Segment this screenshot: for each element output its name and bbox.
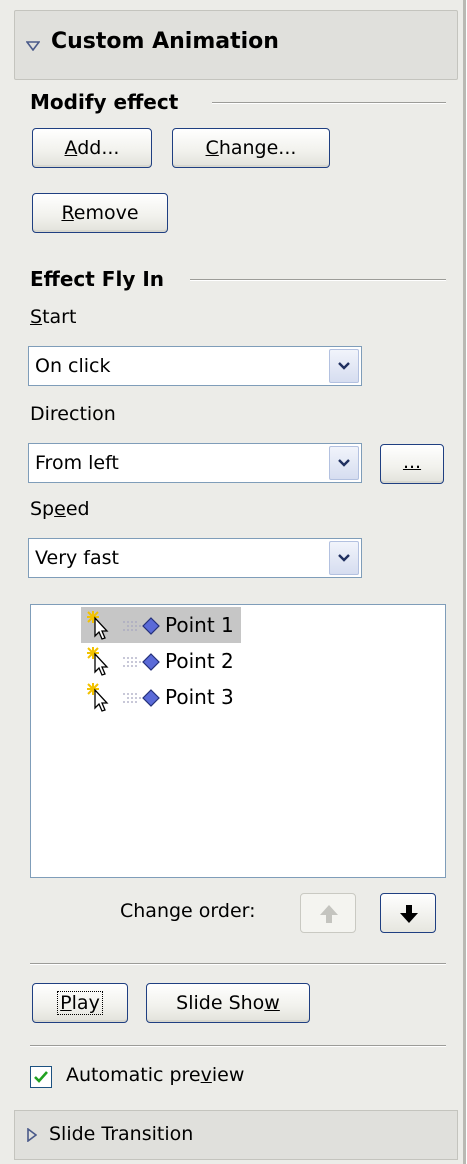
divider xyxy=(30,963,446,965)
direction-value: From left xyxy=(35,452,119,474)
start-value: On click xyxy=(35,355,111,377)
automatic-preview-label: Automatic preview xyxy=(66,1064,245,1086)
change-label-rest: hange... xyxy=(218,137,297,159)
speed-label: Speed xyxy=(30,498,90,520)
start-dropdown-button[interactable] xyxy=(329,349,359,383)
slide-transition-header[interactable]: Slide Transition xyxy=(14,1110,458,1160)
checkmark-icon xyxy=(34,1071,48,1083)
on-click-cursor-icon xyxy=(87,647,109,676)
divider xyxy=(190,279,446,281)
slide-transition-title: Slide Transition xyxy=(49,1123,194,1145)
custom-animation-panel: Custom Animation Modify effect Add... Ch… xyxy=(0,0,466,1164)
list-item[interactable]: Point 2 xyxy=(81,643,241,679)
add-label-mnemonic: A xyxy=(64,137,78,159)
slide-show-button[interactable]: Slide Show xyxy=(146,983,310,1023)
change-order-label: Change order: xyxy=(120,900,256,922)
custom-animation-header[interactable]: Custom Animation xyxy=(14,10,458,80)
change-button[interactable]: Change... xyxy=(172,128,330,168)
remove-label-rest: emove xyxy=(73,202,139,224)
speed-select[interactable]: Very fast xyxy=(28,538,362,578)
on-click-cursor-icon xyxy=(87,611,109,640)
divider xyxy=(30,1045,446,1047)
list-item[interactable]: Point 3 xyxy=(81,679,241,715)
effect-section-title: Effect Fly In xyxy=(30,267,165,291)
chevron-down-icon xyxy=(338,459,350,467)
fly-in-effect-icon xyxy=(123,689,160,707)
list-item[interactable]: Point 1 xyxy=(81,607,241,643)
add-button[interactable]: Add... xyxy=(32,128,152,168)
direction-select[interactable]: From left xyxy=(28,443,362,483)
change-label-mnemonic: C xyxy=(205,137,219,159)
automatic-preview-checkbox[interactable] xyxy=(30,1066,52,1088)
speed-value: Very fast xyxy=(35,547,119,569)
collapse-triangle-icon xyxy=(26,41,40,51)
fly-in-effect-icon xyxy=(123,653,160,671)
effect-options-button[interactable]: ... xyxy=(380,444,444,484)
panel-title: Custom Animation xyxy=(51,29,279,54)
direction-dropdown-button[interactable] xyxy=(329,446,359,480)
animation-list[interactable]: Point 1 Point 2 Point 3 xyxy=(30,604,446,878)
expand-triangle-icon xyxy=(27,1128,37,1142)
remove-button[interactable]: Remove xyxy=(32,193,168,233)
move-up-button[interactable] xyxy=(300,893,356,933)
arrow-down-icon xyxy=(400,905,418,923)
fly-in-effect-icon xyxy=(123,617,160,635)
remove-label-mnemonic: R xyxy=(61,202,74,224)
options-label: ... xyxy=(402,451,422,473)
list-item-label: Point 1 xyxy=(165,613,234,637)
speed-dropdown-button[interactable] xyxy=(329,541,359,575)
direction-label: Direction xyxy=(30,403,116,425)
start-label: Start xyxy=(30,306,77,328)
start-select[interactable]: On click xyxy=(28,346,362,386)
play-label: Play xyxy=(57,991,103,1015)
chevron-down-icon xyxy=(338,554,350,562)
add-label-rest: dd... xyxy=(77,137,120,159)
move-down-button[interactable] xyxy=(380,893,436,933)
arrow-up-icon xyxy=(320,905,338,923)
modify-effect-title: Modify effect xyxy=(30,90,179,114)
chevron-down-icon xyxy=(338,362,350,370)
list-item-label: Point 2 xyxy=(165,649,234,673)
divider xyxy=(212,102,446,104)
play-button[interactable]: Play xyxy=(32,983,128,1023)
on-click-cursor-icon xyxy=(87,683,109,712)
slide-show-label: Slide Show xyxy=(176,992,280,1014)
list-item-label: Point 3 xyxy=(165,685,234,709)
